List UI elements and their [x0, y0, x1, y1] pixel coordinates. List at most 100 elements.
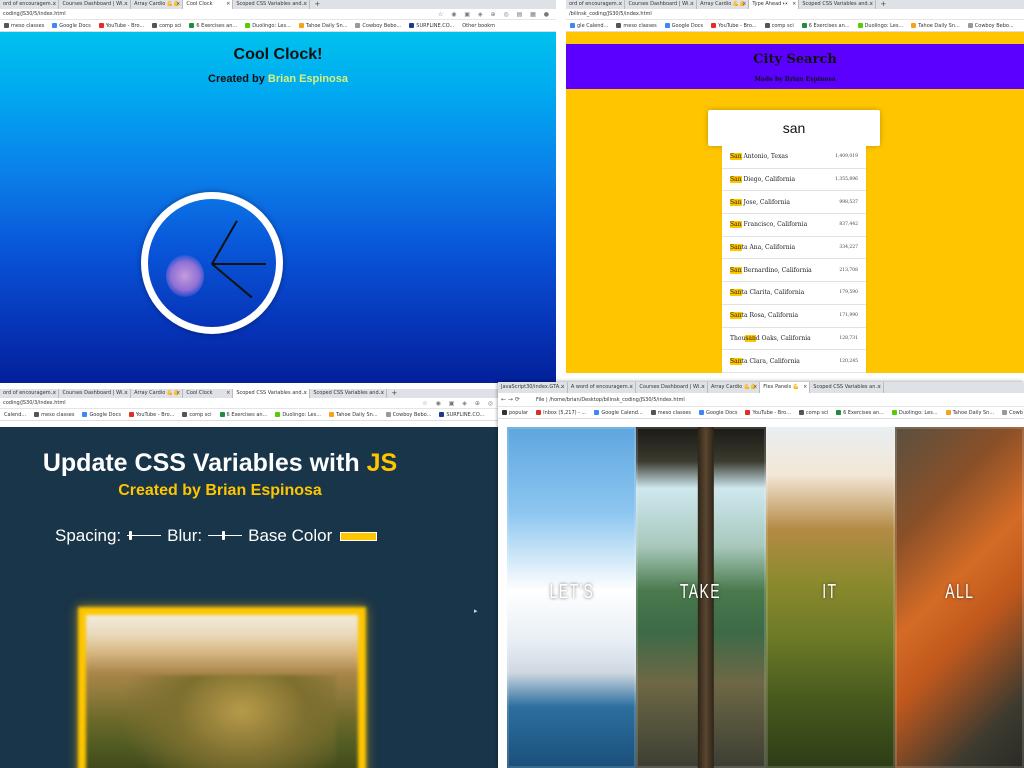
close-tab-icon[interactable]: ×	[618, 0, 622, 9]
bookmark[interactable]: Tahoe Daily Sn...	[907, 20, 964, 31]
close-tab-icon[interactable]: ×	[629, 382, 633, 393]
tab[interactable]: Scoped CSS Variables an... ×	[810, 382, 885, 393]
bookmark[interactable]: Tahoe Daily Sn...	[295, 20, 352, 31]
address-bar[interactable]: coding/JS30/5/index.html ☆ ◉ ▣ ◈ ⊕ ◎ ▤ ▦ …	[0, 9, 556, 20]
tab[interactable]: Scoped CSS Variables and... ×	[799, 0, 877, 9]
panel-lets[interactable]: LET'S	[507, 427, 637, 768]
bookmark[interactable]: comp sci	[178, 409, 215, 420]
suggestion-item[interactable]: San Bernardino, California 213,708	[722, 259, 866, 283]
bookmark[interactable]: Tahoe Daily Sn...	[942, 407, 999, 418]
close-tab-icon[interactable]: ×	[380, 389, 384, 398]
search-input[interactable]: san	[708, 110, 880, 146]
bookmark[interactable]: meso classes	[0, 20, 48, 31]
bookmark[interactable]: comp sci	[761, 20, 798, 31]
bookmark[interactable]: Google Docs	[661, 20, 707, 31]
tab[interactable]: A word of encouragem... ×	[568, 382, 637, 393]
tab-active[interactable]: Cool Clock ×	[183, 0, 234, 9]
bookmark[interactable]: gle Calend...	[566, 20, 612, 31]
spacing-slider-thumb[interactable]	[128, 531, 132, 540]
bookmark[interactable]: SURFLINE.CO...	[435, 409, 488, 420]
bookmark[interactable]: Calend...	[0, 409, 30, 420]
tab[interactable]: ord of encouragem... ×	[0, 0, 60, 9]
tab[interactable]: Courses Dashboard | Wi... ×	[625, 0, 698, 9]
address-bar[interactable]: ← → ⟳ File | /home/brian/Desktop/bilinsk_…	[498, 393, 1024, 407]
suggestion-item[interactable]: Santa Clarita, California 179,590	[722, 282, 866, 305]
close-tab-icon[interactable]: ×	[561, 382, 565, 393]
bookmark[interactable]: Google Docs	[78, 409, 124, 420]
back-forward-reload-icons[interactable]: ← → ⟳	[501, 393, 520, 406]
close-tab-icon[interactable]: ×	[303, 389, 307, 398]
tab[interactable]: Courses Dashboard | Wi... ×	[59, 389, 132, 398]
suggestion-item[interactable]: San Francisco, California 837,442	[722, 214, 866, 237]
tab-active[interactable]: Type Ahead 👀 ×	[749, 0, 800, 9]
bookmark[interactable]: YouTube - Bro...	[95, 20, 148, 31]
bookmark[interactable]: Duolingo: Les...	[271, 409, 325, 420]
tab[interactable]: Scoped CSS Variables and... ×	[233, 0, 311, 9]
suggestion-item[interactable]: Thousand Oaks, California 128,731	[722, 327, 866, 351]
close-tab-icon[interactable]: ×	[803, 382, 807, 393]
bookmark[interactable]: comp sci	[148, 20, 185, 31]
panel-take[interactable]: TAKE	[636, 427, 766, 768]
bookmark[interactable]: Duolingo: Les...	[888, 407, 942, 418]
close-tab-icon[interactable]: ×	[869, 0, 873, 9]
tab[interactable]: ord of encouragem... ×	[0, 389, 60, 398]
bookmark[interactable]: Other bookm	[458, 20, 499, 31]
close-tab-icon[interactable]: ×	[303, 0, 307, 9]
suggestion-item[interactable]: Santa Rosa, California 171,990	[722, 304, 866, 328]
bookmark[interactable]: Duolingo: Les...	[241, 20, 295, 31]
bookmark[interactable]: Cowboy Bebo...	[964, 20, 1018, 31]
base-color-picker[interactable]	[340, 531, 378, 541]
tab[interactable]: Courses Dashboard | Wi... ×	[636, 382, 709, 393]
bookmark[interactable]: YouTube - Bro...	[707, 20, 760, 31]
blur-slider-thumb[interactable]	[222, 531, 226, 540]
spacing-slider[interactable]	[127, 531, 162, 541]
tab[interactable]: Cool Clock ×	[183, 389, 234, 398]
bookmark[interactable]: 6 Exercises an...	[798, 20, 854, 31]
bookmark[interactable]: YouTube - Bro...	[741, 407, 794, 418]
tab[interactable]: Courses Dashboard | Wi... ×	[59, 0, 132, 9]
tab[interactable]: Array Cardio 💪💪 ×	[131, 389, 184, 398]
bookmark[interactable]: Google Docs	[48, 20, 94, 31]
bookmark[interactable]: Cowb	[998, 407, 1024, 418]
suggestion-item[interactable]: Santa Ana, California 334,227	[722, 236, 866, 260]
bookmark[interactable]: Google Calend...	[590, 407, 646, 418]
close-tab-icon[interactable]: ×	[701, 382, 705, 393]
close-tab-icon[interactable]: ×	[753, 382, 757, 393]
bookmark[interactable]: Inbox (5,217) - ...	[532, 407, 590, 418]
bookmark[interactable]: YouTube - Bro...	[125, 409, 178, 420]
close-tab-icon[interactable]: ×	[124, 0, 128, 9]
tab[interactable]: Array Cardio 💪💪 ×	[131, 0, 184, 9]
bookmark[interactable]: comp sci	[795, 407, 832, 418]
suggestion-item[interactable]: San Jose, California 998,537	[722, 191, 866, 215]
tab[interactable]: Scoped CSS Variables and... ×	[310, 389, 388, 398]
bookmark[interactable]: 6 Exercises an...	[216, 409, 272, 420]
bookmark[interactable]: Cowboy Bebo...	[351, 20, 405, 31]
bookmark[interactable]: 6 Exercises an...	[832, 407, 888, 418]
bookmark[interactable]: Tahoe Daily Sn...	[325, 409, 382, 420]
tab[interactable]: Array Cardio 💪💪 ×	[697, 0, 750, 9]
close-tab-icon[interactable]: ×	[690, 0, 694, 9]
panel-all[interactable]: ALL	[894, 427, 1024, 768]
new-tab-button[interactable]: +	[876, 0, 890, 9]
bookmark[interactable]: meso classes	[612, 20, 660, 31]
close-tab-icon[interactable]: ×	[124, 389, 128, 398]
address-bar[interactable]: /bilinsk_coding/JS30/5/index.html	[566, 9, 1024, 20]
suggestion-item[interactable]: San Antonio, Texas 1,409,019	[722, 146, 866, 169]
new-tab-button[interactable]: +	[387, 389, 401, 398]
tab[interactable]: JavaScript30/index.GTA... ×	[498, 382, 568, 393]
close-tab-icon[interactable]: ×	[52, 389, 56, 398]
new-tab-button[interactable]: +	[310, 0, 324, 9]
close-tab-icon[interactable]: ×	[226, 0, 230, 9]
suggestion-item[interactable]: Santa Clara, California 120,245	[722, 350, 866, 373]
suggestion-item[interactable]: San Diego, California 1,355,896	[722, 168, 866, 192]
extension-icons[interactable]: ☆ ◉ ▣ ◈ ⊕ ◎ ▤ ▦ ●	[438, 9, 552, 19]
close-tab-icon[interactable]: ×	[742, 0, 746, 9]
close-tab-icon[interactable]: ×	[877, 382, 881, 393]
panel-it[interactable]: IT	[765, 427, 895, 768]
bookmark[interactable]: Duolingo: Les...	[854, 20, 908, 31]
bookmark[interactable]: meso classes	[647, 407, 695, 418]
bookmark[interactable]: 6 Exercises an...	[185, 20, 241, 31]
bookmark[interactable]: SURFLINE.CO...	[405, 20, 458, 31]
bookmark[interactable]: Google Docs	[695, 407, 741, 418]
bookmark[interactable]: popular	[498, 407, 532, 418]
